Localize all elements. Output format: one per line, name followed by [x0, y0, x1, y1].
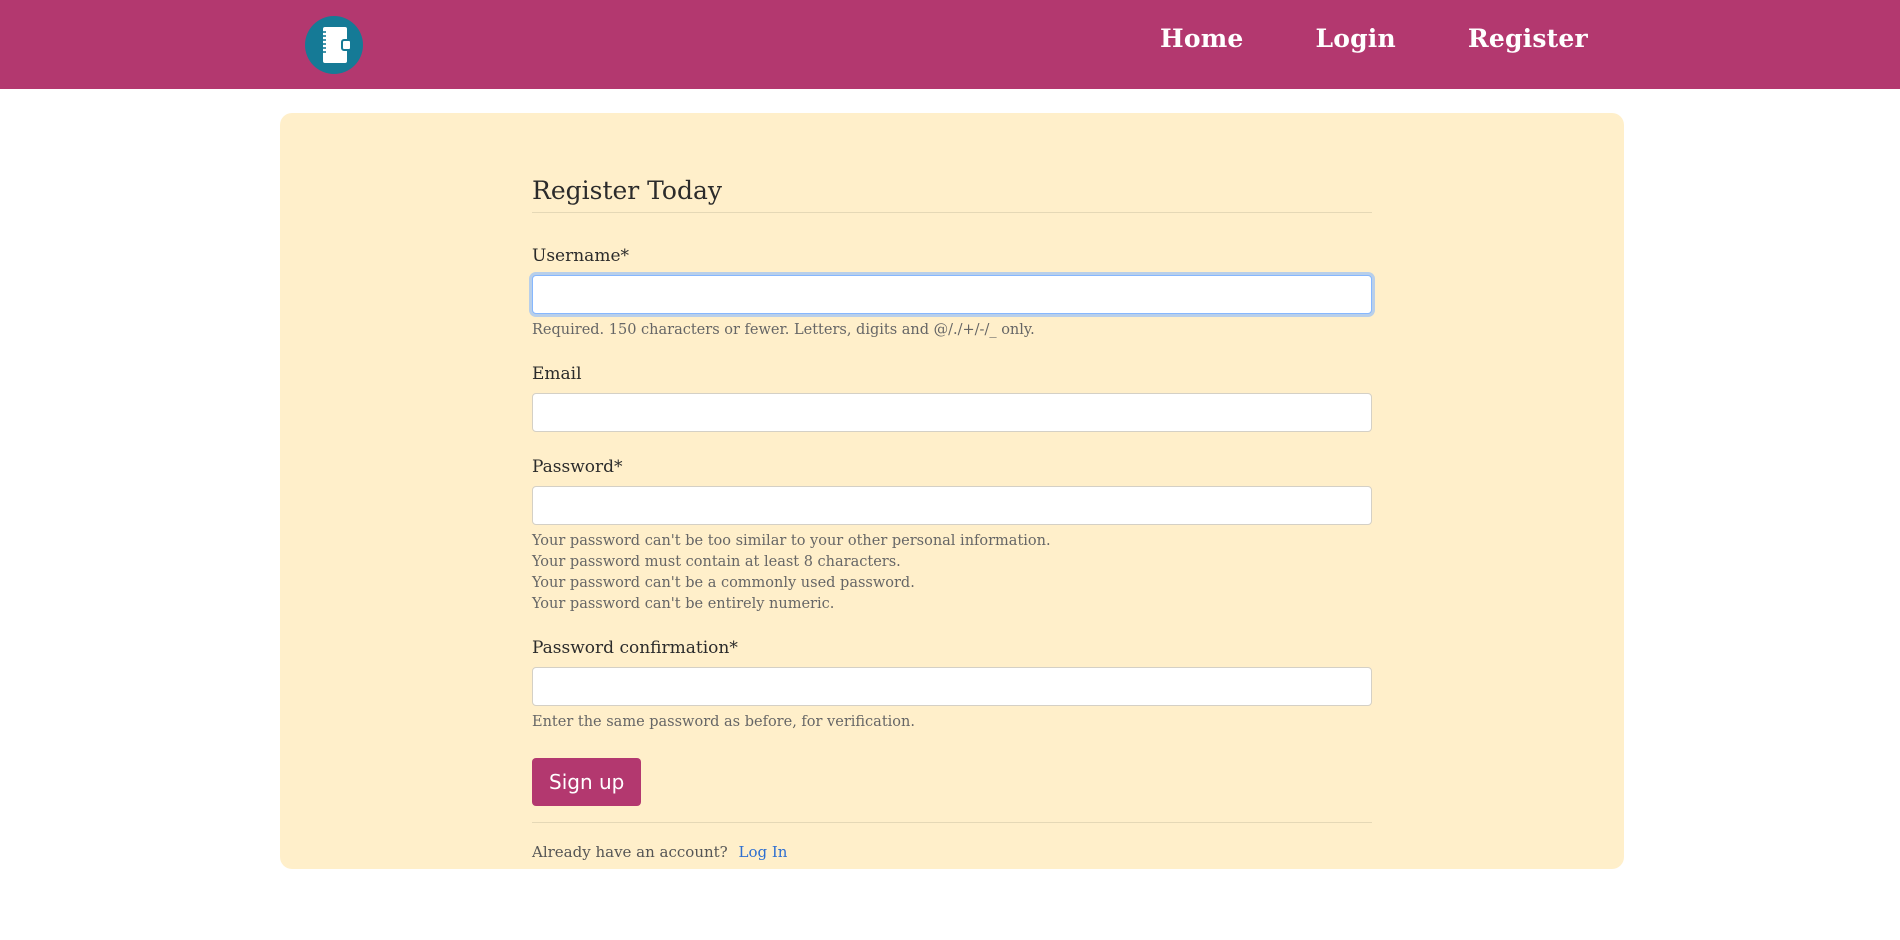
login-prompt-text: Already have an account? — [532, 843, 728, 861]
logo[interactable] — [305, 16, 363, 74]
nav-register-link[interactable]: Register — [1468, 24, 1588, 53]
password-help-item: Your password can't be entirely numeric. — [532, 596, 835, 612]
username-help-text: Required. 150 characters or fewer. Lette… — [532, 322, 1035, 338]
email-field-group: Email — [532, 361, 1372, 432]
password-input[interactable] — [532, 486, 1372, 525]
register-form: Register Today Username* Required. 150 c… — [532, 173, 1372, 861]
nav-login-link[interactable]: Login — [1315, 24, 1395, 53]
register-card: Register Today Username* Required. 150 c… — [280, 113, 1624, 869]
password-confirm-label: Password confirmation* — [532, 638, 738, 658]
password-label: Password* — [532, 457, 623, 477]
nav-links: Home Login Register — [1160, 24, 1660, 53]
password-help-item: Your password can't be too similar to yo… — [532, 533, 1051, 549]
nav-home-link[interactable]: Home — [1160, 24, 1243, 53]
login-prompt: Already have an account? Log In — [532, 843, 1372, 861]
password-help-list: Your password can't be too similar to yo… — [532, 531, 1372, 615]
form-title: Register Today — [532, 173, 1372, 213]
log-in-link[interactable]: Log In — [739, 843, 788, 861]
password-confirm-input[interactable] — [532, 667, 1372, 706]
email-label: Email — [532, 364, 582, 384]
submit-row: Sign up — [532, 758, 1372, 806]
email-input[interactable] — [532, 393, 1372, 432]
password-help-item: Your password can't be a commonly used p… — [532, 575, 915, 591]
sign-up-button[interactable]: Sign up — [532, 758, 642, 806]
username-label: Username* — [532, 246, 630, 266]
username-input[interactable] — [532, 275, 1372, 314]
username-field-group: Username* Required. 150 characters or fe… — [532, 243, 1372, 341]
password-help-item: Your password must contain at least 8 ch… — [532, 554, 901, 570]
password-confirm-help-text: Enter the same password as before, for v… — [532, 714, 915, 730]
password-confirm-field-group: Password confirmation* Enter the same pa… — [532, 635, 1372, 733]
notebook-icon — [321, 27, 351, 63]
divider — [532, 822, 1372, 823]
password-field-group: Password* Your password can't be too sim… — [532, 454, 1372, 615]
navbar: Home Login Register — [0, 0, 1900, 89]
